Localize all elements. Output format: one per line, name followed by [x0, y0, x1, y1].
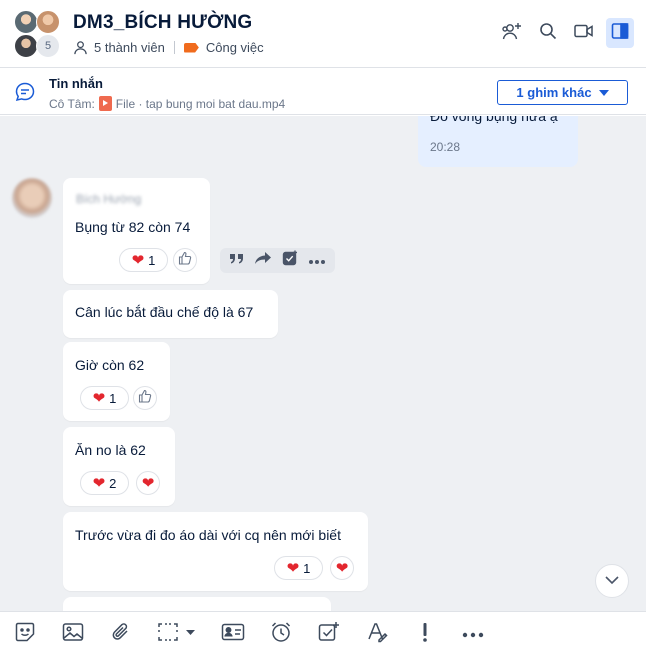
thumbs-up-icon: [138, 389, 152, 408]
attach-button[interactable]: [109, 622, 133, 646]
format-text-button[interactable]: [365, 622, 389, 646]
message-text: Ăn no là 62: [75, 442, 146, 458]
pinned-title: Tin nhắn: [49, 76, 103, 91]
message-list[interactable]: Đo vòng bụng nữa ạ 20:28 Bích Hường Bụng…: [0, 116, 646, 611]
task-button[interactable]: [317, 621, 341, 648]
image-icon: [62, 622, 84, 647]
message-actions: [220, 248, 335, 273]
chat-header: 5 DM3_BÍCH HƯỜNG 5 thành viên Công việc: [0, 0, 646, 68]
heart-icon: ❤: [92, 389, 106, 407]
chevron-down-icon: [604, 572, 620, 590]
message-bubble[interactable]: Giờ còn 62 ❤ 1: [63, 342, 170, 421]
like-button[interactable]: [173, 248, 197, 272]
member-avatar: [14, 10, 38, 34]
reminder-icon: [270, 621, 292, 648]
image-button[interactable]: [61, 622, 85, 646]
task-icon[interactable]: [282, 250, 299, 272]
more-pinned-button[interactable]: 1 ghim khác: [497, 80, 628, 105]
heart-icon: ❤: [141, 474, 155, 492]
screenshot-button[interactable]: [157, 622, 199, 646]
video-call-icon: [574, 23, 594, 44]
message-bubble[interactable]: Ăn no là 62 ❤ 2 ❤: [63, 427, 175, 506]
reaction-heart[interactable]: ❤ 2: [80, 471, 129, 495]
member-count-badge: 5: [36, 34, 60, 58]
conversation-subtitle: 5 thành viên Công việc: [73, 40, 264, 55]
search-button[interactable]: [534, 18, 562, 48]
members-icon: [73, 40, 88, 55]
pinned-file-text: File · tap bung moi bat dau.mp4: [115, 96, 286, 111]
members-link[interactable]: 5 thành viên: [94, 40, 165, 55]
pinned-sender: Cô Tâm:: [49, 96, 95, 111]
message-bubble[interactable]: Cân lúc bắt đầu chế độ là 67: [63, 290, 278, 338]
more-icon[interactable]: [308, 252, 326, 270]
message-text: Trước vừa đi đo áo dài với cq nên mới bi…: [75, 527, 341, 543]
contact-card-button[interactable]: [221, 622, 245, 646]
task-icon: [318, 621, 340, 648]
message-text: Giờ còn 62: [75, 357, 145, 373]
react-heart-button[interactable]: ❤: [330, 556, 354, 580]
member-avatar: [14, 34, 38, 58]
message-bubble[interactable]: Bích Hường Bụng từ 82 còn 74 ❤ 1: [63, 178, 210, 284]
heart-icon: ❤: [286, 559, 300, 577]
format-text-icon: [366, 621, 388, 648]
tag-label[interactable]: Công việc: [206, 40, 264, 55]
message-bubble[interactable]: Trước vừa đi đo áo dài với cq nên mới bi…: [63, 512, 368, 591]
conversation-title[interactable]: DM3_BÍCH HƯỜNG: [73, 12, 252, 34]
caret-down-icon: [598, 89, 609, 96]
reaction-count: 1: [109, 390, 117, 406]
message-time: 20:28: [430, 140, 461, 154]
message-text: Bụng từ 82 còn 74: [75, 219, 191, 235]
header-actions: [498, 18, 634, 48]
sidebar-toggle-button[interactable]: [606, 18, 634, 48]
sidebar-toggle-icon: [611, 22, 629, 45]
pinned-message-bar[interactable]: Tin nhắn Cô Tâm: File · tap bung moi bat…: [0, 69, 646, 115]
reaction-heart[interactable]: ❤ 1: [119, 248, 168, 272]
video-call-button[interactable]: [570, 18, 598, 48]
sender-name: Bích Hường: [76, 192, 142, 206]
message-text: Cân lúc bắt đầu chế độ là 67: [75, 304, 254, 320]
message-text: Đo vòng bụng nữa ạ: [430, 116, 558, 124]
add-member-button[interactable]: [498, 18, 526, 48]
more-options-button[interactable]: [461, 622, 485, 646]
sticker-icon: [14, 621, 36, 648]
urgent-button[interactable]: [413, 622, 437, 646]
divider: [173, 41, 175, 54]
composer-toolbar: [0, 611, 646, 652]
scroll-to-bottom-button[interactable]: [595, 564, 629, 598]
chat-bubble-icon: [14, 81, 36, 108]
attach-icon: [111, 621, 131, 648]
reaction-heart[interactable]: ❤ 1: [274, 556, 323, 580]
pinned-preview: Cô Tâm: File · tap bung moi bat dau.mp4: [49, 96, 285, 111]
member-avatar: [36, 10, 60, 34]
sender-avatar[interactable]: [12, 178, 52, 218]
add-member-icon: [501, 21, 523, 46]
sticker-button[interactable]: [13, 622, 37, 646]
more-icon: [462, 625, 484, 643]
reaction-count: 1: [148, 252, 156, 268]
video-file-icon: [98, 96, 112, 111]
reaction-heart[interactable]: ❤ 1: [80, 386, 129, 410]
heart-icon: ❤: [131, 251, 145, 269]
quote-icon[interactable]: [229, 251, 245, 270]
screenshot-icon: [157, 621, 199, 648]
forward-icon[interactable]: [254, 251, 272, 270]
reminder-button[interactable]: [269, 621, 293, 648]
like-button[interactable]: [133, 386, 157, 410]
urgent-icon: [421, 621, 429, 648]
more-pinned-label: 1 ghim khác: [516, 85, 592, 100]
message-bubble[interactable]: [63, 597, 331, 611]
react-heart-button[interactable]: ❤: [136, 471, 160, 495]
reaction-count: 1: [303, 560, 311, 576]
thumbs-up-icon: [178, 251, 192, 270]
tag-icon: [183, 42, 199, 53]
heart-icon: ❤: [335, 559, 349, 577]
contact-card-icon: [221, 622, 245, 647]
reaction-count: 2: [109, 475, 117, 491]
search-icon: [539, 22, 557, 45]
own-message-bubble[interactable]: Đo vòng bụng nữa ạ 20:28: [418, 116, 578, 167]
heart-icon: ❤: [92, 474, 106, 492]
group-avatar[interactable]: 5: [12, 10, 64, 58]
